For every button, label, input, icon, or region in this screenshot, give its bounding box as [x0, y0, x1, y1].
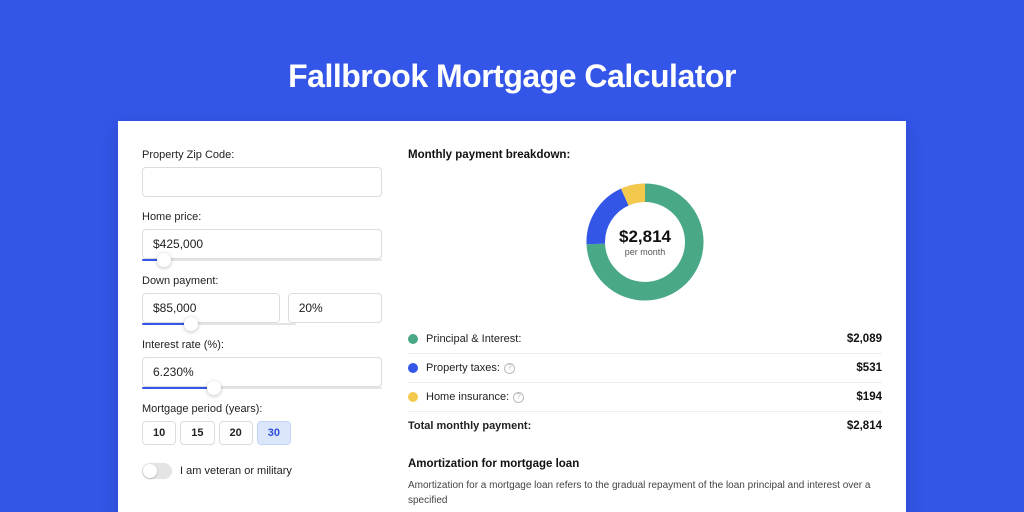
legend-total-row: Total monthly payment:$2,814 — [408, 412, 882, 440]
donut-amount: $2,814 — [619, 227, 671, 247]
amort-title: Amortization for mortgage loan — [408, 458, 882, 470]
help-icon[interactable]: ? — [513, 392, 524, 403]
legend-row: Home insurance: ?$194 — [408, 383, 882, 412]
donut-center: $2,814 per month — [580, 177, 710, 307]
veteran-label: I am veteran or military — [180, 465, 292, 477]
period-pill-10[interactable]: 10 — [142, 421, 176, 445]
breakdown-panel: Monthly payment breakdown: $2,814 per mo… — [408, 149, 882, 512]
veteran-row: I am veteran or military — [142, 463, 382, 479]
veteran-toggle[interactable] — [142, 463, 172, 479]
toggle-knob — [143, 464, 157, 478]
zip-input[interactable] — [142, 167, 382, 197]
down-slider-thumb[interactable] — [184, 317, 198, 331]
legend-label: Principal & Interest: — [426, 333, 847, 345]
legend-dot — [408, 392, 418, 402]
period-pills: 10152030 — [142, 421, 382, 445]
legend-label: Property taxes: ? — [426, 362, 856, 374]
rate-slider-thumb[interactable] — [207, 381, 221, 395]
breakdown-title: Monthly payment breakdown: — [408, 149, 882, 161]
donut-sub: per month — [625, 247, 666, 257]
down-slider[interactable] — [142, 323, 296, 325]
down-pct-input[interactable] — [288, 293, 382, 323]
amort-text: Amortization for a mortgage loan refers … — [408, 478, 882, 508]
down-label: Down payment: — [142, 275, 382, 287]
price-label: Home price: — [142, 211, 382, 223]
input-panel: Property Zip Code: Home price: Down paym… — [142, 149, 382, 512]
legend-value: $531 — [856, 362, 882, 374]
rate-label: Interest rate (%): — [142, 339, 382, 351]
rate-input[interactable] — [142, 357, 382, 387]
down-amount-input[interactable] — [142, 293, 280, 323]
period-field: Mortgage period (years): 10152030 — [142, 403, 382, 445]
legend: Principal & Interest:$2,089Property taxe… — [408, 325, 882, 440]
price-field: Home price: — [142, 211, 382, 261]
donut-wrap: $2,814 per month — [408, 171, 882, 325]
period-pill-20[interactable]: 20 — [219, 421, 253, 445]
page-title: Fallbrook Mortgage Calculator — [0, 0, 1024, 121]
price-slider-thumb[interactable] — [157, 253, 171, 267]
legend-row: Principal & Interest:$2,089 — [408, 325, 882, 354]
legend-value: $2,089 — [847, 333, 882, 345]
zip-field: Property Zip Code: — [142, 149, 382, 197]
rate-field: Interest rate (%): — [142, 339, 382, 389]
period-pill-15[interactable]: 15 — [180, 421, 214, 445]
rate-slider[interactable] — [142, 387, 382, 389]
donut-chart: $2,814 per month — [580, 177, 710, 307]
price-slider[interactable] — [142, 259, 382, 261]
period-label: Mortgage period (years): — [142, 403, 382, 415]
calculator-card: Property Zip Code: Home price: Down paym… — [118, 121, 906, 512]
zip-label: Property Zip Code: — [142, 149, 382, 161]
legend-row: Property taxes: ?$531 — [408, 354, 882, 383]
period-pill-30[interactable]: 30 — [257, 421, 291, 445]
legend-total-value: $2,814 — [847, 420, 882, 432]
legend-dot — [408, 334, 418, 344]
legend-label: Home insurance: ? — [426, 391, 856, 403]
down-field: Down payment: — [142, 275, 382, 325]
help-icon[interactable]: ? — [504, 363, 515, 374]
legend-dot — [408, 363, 418, 373]
legend-value: $194 — [856, 391, 882, 403]
price-input[interactable] — [142, 229, 382, 259]
legend-total-label: Total monthly payment: — [408, 420, 847, 432]
